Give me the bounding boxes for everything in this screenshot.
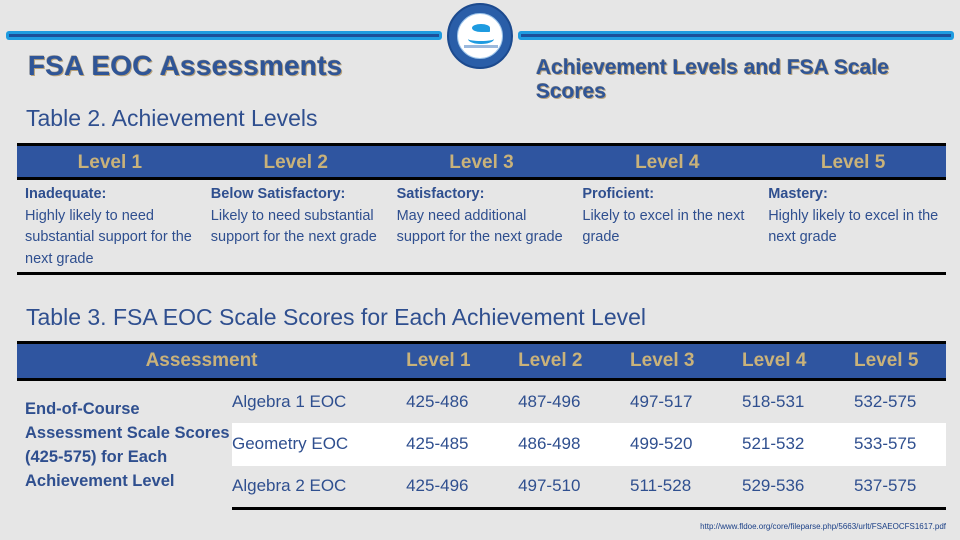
level-label: Proficient: [582, 186, 655, 202]
assessment-group-label: End-of-Course Assessment Scale Scores (4… [25, 399, 230, 490]
book-icon [468, 34, 494, 44]
score-range: 487-496 [518, 391, 581, 411]
table3-header-level-3: Level 3 [610, 341, 722, 381]
table2-header-level-1: Level 1 [77, 152, 143, 173]
level-description: Likely to need substantial support for t… [210, 207, 377, 246]
table2-header-row: Level 1 Level 2 Level 3 Level 4 Level 5 [17, 143, 946, 180]
table2-body-row: Inadequate: Highly likely to need substa… [17, 180, 946, 275]
score-range: 499-520 [610, 422, 722, 466]
level-label: Inadequate: [25, 186, 107, 202]
score-range: 425-485 [386, 422, 499, 466]
score-range: 486-498 [498, 422, 611, 466]
table2-cell-level-3: Satisfactory: May need additional suppor… [389, 184, 575, 272]
table2-header-level-3: Level 3 [449, 152, 514, 173]
table3-header-assessment: Assessment [17, 341, 387, 381]
achievement-levels-table: Level 1 Level 2 Level 3 Level 4 Level 5 … [17, 143, 946, 275]
score-range: 537-575 [833, 465, 946, 510]
course-name: Algebra 2 EOC [232, 465, 387, 510]
table-row: End-of-Course Assessment Scale Scores (4… [17, 380, 946, 490]
table3-header-row: Assessment Level 1 Level 2 Level 3 Level… [17, 341, 946, 381]
level-description: May need additional support for the next… [396, 207, 563, 246]
score-range: 497-510 [498, 465, 611, 510]
course-name: Geometry EOC [232, 422, 387, 466]
page-subtitle: Achievement Levels and FSA Scale Scores [536, 56, 889, 103]
score-range: 533-575 [833, 422, 946, 466]
table2-cell-level-4: Proficient: Likely to excel in the next … [574, 184, 760, 272]
header-rule-left [6, 31, 442, 40]
score-range: 529-536 [722, 465, 834, 510]
seal-inner [457, 13, 503, 59]
source-link[interactable]: http://www.fldoe.org/core/fileparse.php/… [700, 522, 946, 531]
seal-tagline [464, 45, 498, 48]
level-description: Highly likely to need substantial suppor… [25, 207, 192, 267]
course-name: Algebra 1 EOC [232, 391, 347, 411]
table2-cell-level-5: Mastery: Highly likely to excel in the n… [760, 184, 946, 272]
table3-caption: Table 3. FSA EOC Scale Scores for Each A… [26, 304, 647, 330]
score-range: 532-575 [853, 391, 917, 411]
table3-header-level-5: Level 5 [833, 341, 946, 381]
score-range: 425-486 [406, 391, 469, 411]
page-title: FSA EOC Assessments [28, 50, 343, 81]
school-district-seal-icon [447, 3, 513, 69]
table2-header-level-5: Level 5 [820, 152, 886, 173]
level-label: Satisfactory: [396, 186, 485, 202]
score-range: 521-532 [722, 422, 834, 466]
scale-scores-table: Assessment Level 1 Level 2 Level 3 Level… [17, 341, 946, 510]
level-label: Below Satisfactory: [210, 186, 346, 202]
table2-header-level-4: Level 4 [635, 152, 700, 173]
table2-header-level-2: Level 2 [263, 152, 328, 173]
header-rule-right [518, 31, 954, 40]
table2-cell-level-2: Below Satisfactory: Likely to need subst… [203, 184, 389, 272]
score-range: 518-531 [742, 391, 805, 411]
level-label: Mastery: [768, 186, 828, 202]
dolphin-icon [472, 24, 490, 32]
score-range: 425-496 [386, 465, 499, 510]
score-range: 511-528 [610, 465, 722, 510]
table2-cell-level-1: Inadequate: Highly likely to need substa… [17, 184, 203, 272]
table2-caption: Table 2. Achievement Levels [26, 105, 318, 131]
table3-header-level-1: Level 1 [386, 341, 499, 381]
table3-header-level-2: Level 2 [498, 341, 611, 381]
score-range: 497-517 [630, 391, 693, 411]
level-description: Highly likely to excel in the next grade [768, 207, 939, 246]
level-description: Likely to excel in the next grade [582, 207, 745, 246]
table3-header-level-4: Level 4 [722, 341, 834, 381]
